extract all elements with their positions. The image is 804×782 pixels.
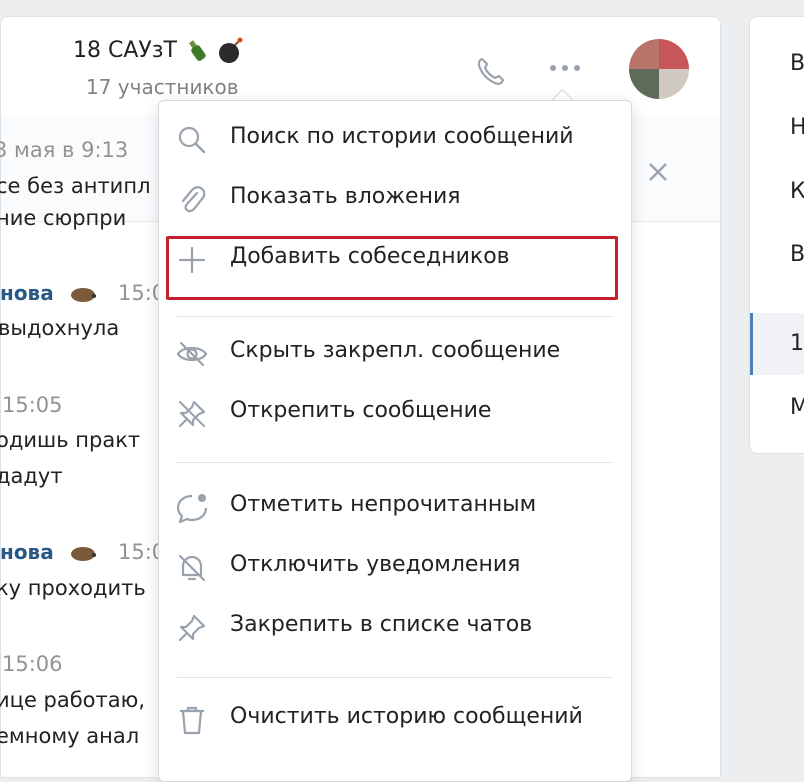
menu-item-mark-unread[interactable]: Отметить непрочитанным: [159, 479, 631, 535]
bottle-icon: [189, 40, 206, 61]
trash-icon: [179, 706, 205, 735]
chat-actions-menu: Поиск по истории сообщений Показать влож…: [158, 100, 632, 782]
menu-item-hide-pinned[interactable]: Скрыть закрепл. сообщение: [159, 325, 631, 381]
message-text: се без антипл: [0, 174, 151, 198]
side-item[interactable]: В: [790, 242, 804, 267]
message-text: выдохнула: [0, 316, 120, 340]
menu-item-label: Отметить непрочитанным: [230, 492, 537, 517]
plus-icon: [178, 246, 206, 274]
menu-item-pin-chat[interactable]: Закрепить в списке чатов: [159, 599, 631, 655]
side-item[interactable]: К: [790, 179, 804, 204]
side-item[interactable]: Н: [790, 115, 804, 140]
bomb-icon: [218, 37, 243, 63]
menu-item-clear-history[interactable]: Очистить историю сообщений: [159, 691, 631, 747]
menu-separator: [177, 462, 613, 463]
close-icon[interactable]: [641, 155, 675, 189]
chat-title-text: 18 САУзТ: [73, 38, 177, 63]
hedgehog-icon: [71, 288, 96, 302]
chat-avatar[interactable]: [629, 39, 689, 99]
side-item[interactable]: В: [790, 51, 804, 76]
unread-bubble-icon: [176, 494, 208, 524]
menu-separator: [177, 316, 613, 317]
menu-item-label: Отключить уведомления: [230, 552, 521, 577]
menu-item-search-history[interactable]: Поиск по истории сообщений: [159, 111, 631, 167]
menu-item-label: Очистить историю сообщений: [230, 704, 583, 729]
message-text: одишь практ: [0, 428, 141, 452]
menu-item-label: Показать вложения: [230, 184, 461, 209]
menu-item-label: Закрепить в списке чатов: [230, 612, 533, 637]
menu-item-show-attachments[interactable]: Показать вложения: [159, 171, 631, 227]
menu-separator: [177, 677, 613, 678]
more-icon[interactable]: [541, 53, 589, 83]
menu-item-label: Добавить собеседников: [230, 244, 510, 269]
menu-item-add-participants[interactable]: Добавить собеседников: [159, 231, 631, 287]
message-time: 15:05: [2, 393, 63, 417]
message-text: ние сюрпри: [0, 206, 127, 230]
message-author[interactable]: нова: [0, 281, 54, 305]
menu-item-unpin-message[interactable]: Открепить сообщение: [159, 385, 631, 441]
side-panel: В Н К В 1 М: [749, 16, 804, 454]
message-author[interactable]: нова: [0, 540, 54, 564]
menu-item-label: Скрыть закрепл. сообщение: [230, 338, 561, 363]
eye-off-icon: [176, 341, 208, 367]
side-item[interactable]: М: [790, 395, 804, 420]
message-time: 15:06: [2, 652, 63, 676]
menu-item-label: Открепить сообщение: [230, 398, 492, 423]
hedgehog-icon: [71, 547, 96, 561]
pin-icon: [178, 614, 206, 642]
menu-item-mute-notifications[interactable]: Отключить уведомления: [159, 539, 631, 595]
message-text: ице работаю,: [0, 688, 145, 712]
participants-count[interactable]: 17 участников: [86, 75, 239, 99]
chat-title[interactable]: 18 САУзТ: [73, 37, 245, 65]
message-text: емному анал: [0, 724, 140, 748]
message-text: дадут: [0, 464, 63, 488]
mute-icon: [178, 554, 206, 582]
message-time: 3 мая в 9:13: [0, 138, 129, 162]
phone-icon[interactable]: [471, 51, 511, 91]
message-text: ку проходить: [0, 576, 146, 600]
side-item[interactable]: 1: [790, 331, 804, 356]
menu-item-label: Поиск по истории сообщений: [230, 124, 574, 149]
paperclip-icon: [181, 186, 206, 213]
search-icon: [178, 126, 206, 154]
unpin-icon: [178, 400, 206, 428]
